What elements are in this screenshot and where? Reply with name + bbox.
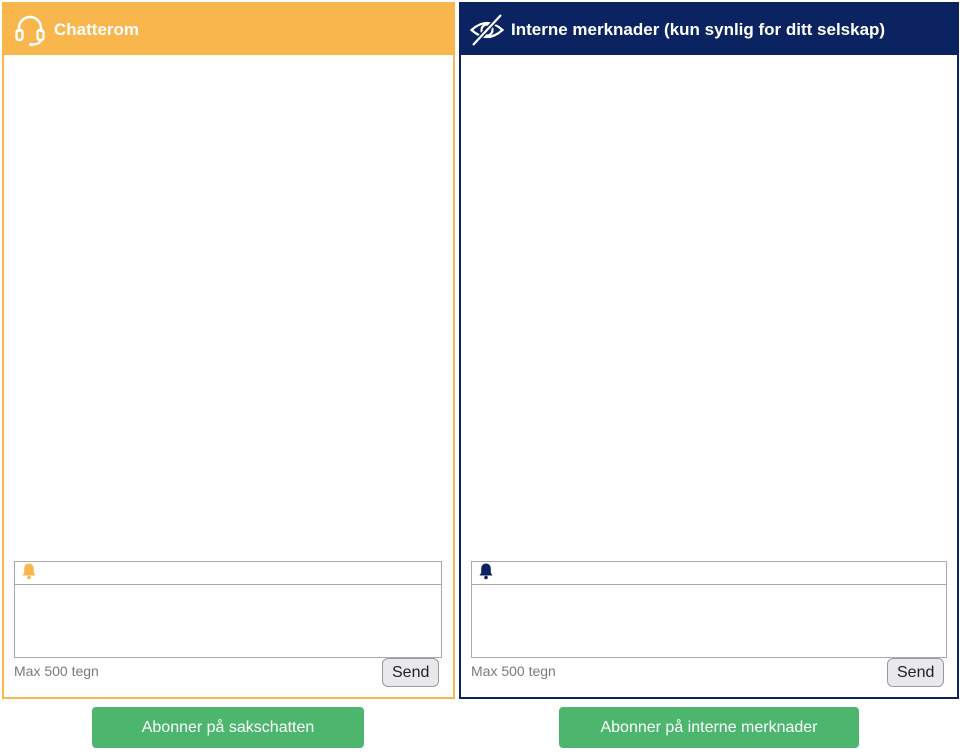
headset-icon bbox=[12, 12, 48, 48]
chat-room-header: Chatterom bbox=[4, 4, 453, 55]
chat-room-panel: Chatterom Max 500 tegn Send bbox=[2, 2, 455, 699]
chat-message-box bbox=[14, 561, 442, 658]
chat-max-length-label: Max 500 tegn bbox=[14, 663, 99, 679]
bell-icon[interactable] bbox=[21, 562, 37, 585]
subscribe-chat-button[interactable]: Abonner på sakschatten bbox=[92, 707, 364, 748]
subscribe-internal-notes-button[interactable]: Abonner på interne merknader bbox=[559, 707, 859, 748]
internal-message-input[interactable] bbox=[472, 585, 946, 657]
internal-notes-header: Interne merknader (kun synlig for ditt s… bbox=[461, 4, 957, 55]
internal-max-length-label: Max 500 tegn bbox=[471, 663, 556, 679]
internal-input-toolbar bbox=[472, 562, 946, 585]
chat-message-input[interactable] bbox=[15, 585, 441, 657]
chat-send-button[interactable]: Send bbox=[382, 658, 440, 687]
internal-notes-title: Interne merknader (kun synlig for ditt s… bbox=[511, 19, 886, 39]
internal-send-button[interactable]: Send bbox=[887, 658, 945, 687]
internal-notes-panel: Interne merknader (kun synlig for ditt s… bbox=[459, 2, 959, 699]
chat-room-title: Chatterom bbox=[54, 19, 140, 39]
chat-input-toolbar bbox=[15, 562, 441, 585]
internal-message-box bbox=[471, 561, 947, 658]
bell-icon[interactable] bbox=[478, 562, 494, 585]
eye-slash-icon bbox=[469, 12, 505, 48]
